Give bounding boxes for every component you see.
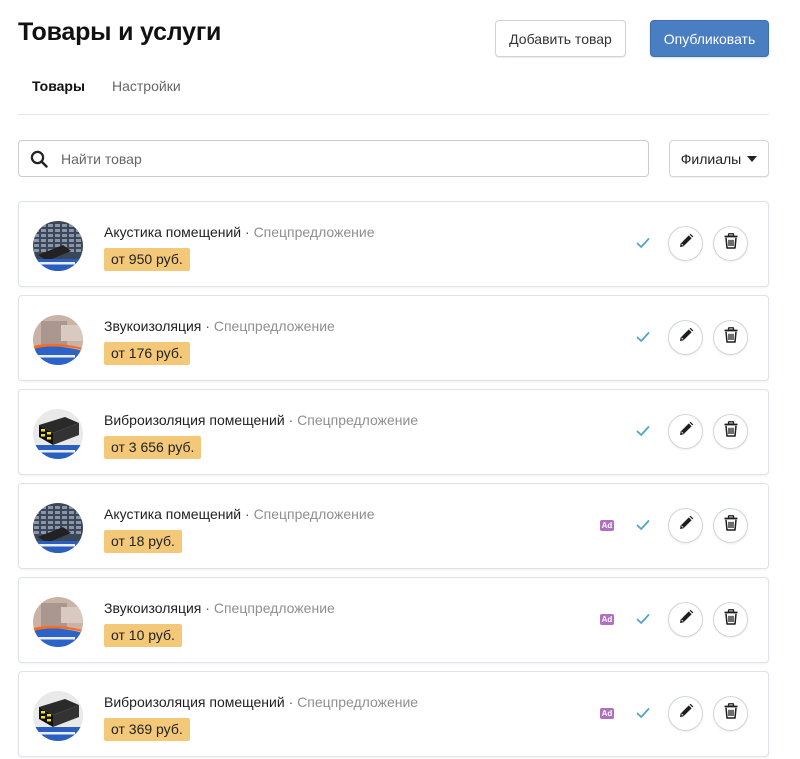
- delete-button[interactable]: [713, 696, 748, 731]
- trash-icon: [723, 703, 739, 724]
- publish-button[interactable]: Опубликовать: [650, 20, 769, 57]
- product-category: Спецпредложение: [253, 506, 375, 522]
- delete-button[interactable]: [713, 320, 748, 355]
- search-icon: [30, 150, 48, 168]
- edit-button[interactable]: [668, 320, 703, 355]
- check-icon: [636, 424, 650, 438]
- check-icon: [636, 518, 650, 532]
- caret-down-icon: [747, 155, 758, 162]
- product-title-line: Акустика помещений · Спецпредложение: [104, 506, 375, 522]
- tab-products[interactable]: Товары: [32, 78, 85, 94]
- product-name: Звукоизоляция: [104, 600, 202, 616]
- price-badge: от 369 руб.: [104, 718, 190, 741]
- title-separator: ·: [245, 224, 250, 240]
- title-separator: ·: [205, 600, 210, 616]
- soundproofing-image: [33, 597, 83, 647]
- add-product-button[interactable]: Добавить товар: [495, 20, 626, 57]
- trash-icon: [723, 609, 739, 630]
- trash-icon: [723, 327, 739, 348]
- check-icon: [636, 330, 650, 344]
- product-card[interactable]: Акустика помещений · Спецпредложение от …: [18, 483, 769, 569]
- ad-badge: Ad: [600, 520, 614, 531]
- price-badge: от 950 руб.: [104, 248, 190, 271]
- pencil-icon: [678, 609, 694, 630]
- ad-badge: Ad: [600, 614, 614, 625]
- check-icon: [636, 236, 650, 250]
- pencil-icon: [678, 421, 694, 442]
- soundproofing-image: [33, 315, 83, 365]
- product-category: Спецпредложение: [253, 224, 375, 240]
- check-icon: [636, 612, 650, 626]
- pencil-icon: [678, 515, 694, 536]
- page-title: Товары и услуги: [18, 18, 222, 46]
- search-box: [18, 140, 649, 177]
- tabs-bar: Товары Настройки: [18, 72, 769, 115]
- search-input[interactable]: [61, 142, 641, 175]
- pencil-icon: [678, 233, 694, 254]
- delete-button[interactable]: [713, 414, 748, 449]
- product-category: Спецпредложение: [297, 694, 419, 710]
- product-name: Виброизоляция помещений: [104, 694, 285, 710]
- product-title-line: Виброизоляция помещений · Спецпредложени…: [104, 412, 418, 428]
- product-title-line: Акустика помещений · Спецпредложение: [104, 224, 375, 240]
- delete-button[interactable]: [713, 602, 748, 637]
- product-list: Акустика помещений · Спецпредложение от …: [18, 201, 769, 759]
- title-separator: ·: [245, 506, 250, 522]
- product-name: Виброизоляция помещений: [104, 412, 285, 428]
- price-badge: от 3 656 руб.: [104, 436, 202, 459]
- edit-button[interactable]: [668, 414, 703, 449]
- vibration-isolation-image: [33, 691, 83, 741]
- title-separator: ·: [288, 412, 294, 428]
- product-category: Спецпредложение: [213, 600, 335, 616]
- product-title-line: Звукоизоляция · Спецпредложение: [104, 318, 335, 334]
- edit-button[interactable]: [668, 226, 703, 261]
- check-icon: [636, 706, 650, 720]
- vibration-isolation-image: [33, 409, 83, 459]
- product-card[interactable]: Виброизоляция помещений · Спецпредложени…: [18, 671, 769, 757]
- trash-icon: [723, 515, 739, 536]
- product-category: Спецпредложение: [297, 412, 419, 428]
- acoustic-panel-image: [33, 221, 83, 271]
- branches-filter-button[interactable]: Филиалы: [669, 140, 769, 177]
- product-category: Спецпредложение: [213, 318, 335, 334]
- branches-filter-label: Филиалы: [680, 150, 742, 167]
- delete-button[interactable]: [713, 226, 748, 261]
- product-name: Акустика помещений: [104, 506, 242, 522]
- title-separator: ·: [288, 694, 294, 710]
- price-badge: от 176 руб.: [104, 342, 190, 365]
- product-name: Акустика помещений: [104, 224, 242, 240]
- edit-button[interactable]: [668, 508, 703, 543]
- acoustic-panel-image: [33, 503, 83, 553]
- product-card[interactable]: Звукоизоляция · Спецпредложение от 10 ру…: [18, 577, 769, 663]
- price-badge: от 18 руб.: [104, 530, 182, 553]
- delete-button[interactable]: [713, 508, 748, 543]
- trash-icon: [723, 233, 739, 254]
- tab-settings[interactable]: Настройки: [112, 78, 181, 94]
- edit-button[interactable]: [668, 696, 703, 731]
- product-card[interactable]: Звукоизоляция · Спецпредложение от 176 р…: [18, 295, 769, 381]
- price-badge: от 10 руб.: [104, 624, 182, 647]
- ad-badge: Ad: [600, 708, 614, 719]
- title-separator: ·: [205, 318, 210, 334]
- product-title-line: Виброизоляция помещений · Спецпредложени…: [104, 694, 418, 710]
- pencil-icon: [678, 327, 694, 348]
- trash-icon: [723, 421, 739, 442]
- product-name: Звукоизоляция: [104, 318, 202, 334]
- product-card[interactable]: Виброизоляция помещений · Спецпредложени…: [18, 389, 769, 475]
- edit-button[interactable]: [668, 602, 703, 637]
- product-title-line: Звукоизоляция · Спецпредложение: [104, 600, 335, 616]
- pencil-icon: [678, 703, 694, 724]
- product-card[interactable]: Акустика помещений · Спецпредложение от …: [18, 201, 769, 287]
